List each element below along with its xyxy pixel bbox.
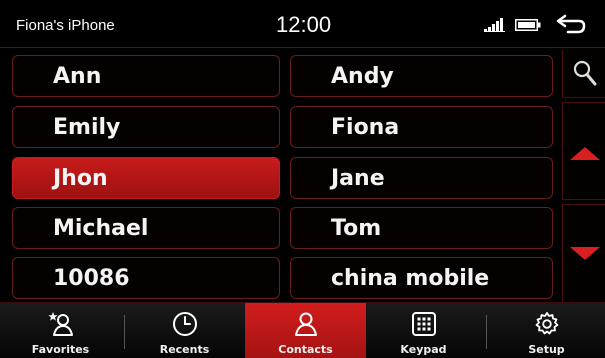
clock-icon bbox=[173, 312, 197, 336]
search-icon bbox=[573, 60, 597, 86]
contacts-icon bbox=[295, 312, 317, 336]
bottom-nav: Favorites Recents Contacts Keypad Setup bbox=[0, 302, 605, 358]
keypad-icon bbox=[412, 312, 436, 336]
contact-name: Fiona bbox=[331, 115, 400, 140]
status-bar: Fiona's iPhone 12:00 bbox=[0, 0, 605, 48]
tab-contacts[interactable]: Contacts bbox=[245, 303, 366, 358]
scroll-up-button[interactable] bbox=[562, 102, 605, 200]
nav-divider bbox=[486, 315, 487, 349]
contact-name: Emily bbox=[53, 115, 121, 140]
contact-item-jane[interactable]: Jane bbox=[290, 157, 553, 199]
contact-item-michael[interactable]: Michael bbox=[12, 207, 280, 249]
favorites-icon bbox=[48, 312, 73, 336]
contacts-grid: Ann Andy Emily Fiona Jhon Jane Michael T… bbox=[12, 55, 557, 302]
contact-item-emily[interactable]: Emily bbox=[12, 106, 280, 148]
clock: 12:00 bbox=[276, 12, 332, 37]
side-rail bbox=[562, 50, 605, 302]
tab-keypad[interactable]: Keypad bbox=[363, 303, 484, 358]
tab-label: Keypad bbox=[400, 343, 447, 356]
contact-name: Jhon bbox=[53, 166, 108, 191]
contact-item-10086[interactable]: 10086 bbox=[12, 257, 280, 299]
tab-setup[interactable]: Setup bbox=[488, 303, 605, 358]
contact-name: Tom bbox=[331, 216, 382, 241]
contact-name: Jane bbox=[331, 166, 385, 191]
contact-item-china-mobile[interactable]: china mobile bbox=[290, 257, 553, 299]
contact-name: Michael bbox=[53, 216, 149, 241]
signal-icon bbox=[484, 18, 505, 32]
contact-item-tom[interactable]: Tom bbox=[290, 207, 553, 249]
contact-name: 10086 bbox=[53, 266, 130, 291]
tab-label: Favorites bbox=[31, 343, 90, 356]
device-name: Fiona's iPhone bbox=[16, 17, 115, 34]
scroll-down-button[interactable] bbox=[562, 204, 605, 302]
arrow-down-icon bbox=[570, 247, 600, 260]
contact-item-ann[interactable]: Ann bbox=[12, 55, 280, 97]
arrow-up-icon bbox=[570, 147, 600, 160]
contact-item-andy[interactable]: Andy bbox=[290, 55, 553, 97]
tab-label: Contacts bbox=[278, 343, 333, 356]
tab-label: Recents bbox=[159, 343, 210, 356]
gear-icon bbox=[535, 312, 559, 335]
tab-recents[interactable]: Recents bbox=[124, 303, 245, 358]
contact-name: china mobile bbox=[331, 266, 490, 291]
tab-label: Setup bbox=[528, 343, 565, 356]
battery-icon bbox=[515, 19, 541, 31]
contact-item-fiona[interactable]: Fiona bbox=[290, 106, 553, 148]
contact-name: Ann bbox=[53, 64, 102, 89]
back-icon[interactable] bbox=[556, 14, 586, 34]
contact-item-jhon[interactable]: Jhon bbox=[12, 157, 280, 199]
contact-name: Andy bbox=[331, 64, 394, 89]
search-button[interactable] bbox=[562, 50, 605, 98]
tab-favorites[interactable]: Favorites bbox=[0, 303, 121, 358]
